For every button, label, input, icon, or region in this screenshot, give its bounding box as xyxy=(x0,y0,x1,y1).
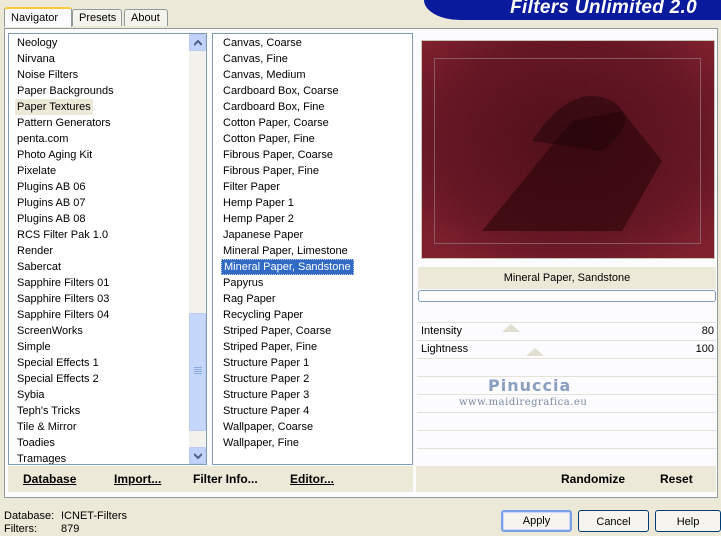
category-item[interactable]: Teph's Tricks xyxy=(15,403,82,419)
scroll-thumb[interactable] xyxy=(189,313,206,431)
filter-item[interactable]: Rag Paper xyxy=(221,291,278,307)
chevron-down-icon xyxy=(194,453,202,459)
category-item[interactable]: Sapphire Filters 01 xyxy=(15,275,111,291)
category-item[interactable]: Toadies xyxy=(15,435,57,451)
empty-slider xyxy=(417,430,716,447)
category-item[interactable]: Paper Textures xyxy=(15,99,93,115)
category-list[interactable]: Neology Nirvana Noise Filters Paper Backgro… xyxy=(8,33,207,465)
watermark-name: Pinuccia xyxy=(488,376,572,395)
category-item[interactable]: Sabercat xyxy=(15,259,63,275)
category-item[interactable]: ScreenWorks xyxy=(15,323,85,339)
category-item[interactable]: Tramages xyxy=(15,451,68,464)
intensity-label: Intensity xyxy=(421,325,462,337)
filter-item[interactable]: Wallpaper, Fine xyxy=(221,435,301,451)
category-item[interactable]: RCS Filter Pak 1.0 xyxy=(15,227,110,243)
title-banner: Filters Unlimited 2.0 xyxy=(424,0,721,20)
empty-slider xyxy=(417,412,716,429)
category-item[interactable]: Nirvana xyxy=(15,51,57,67)
database-button[interactable]: Database xyxy=(23,472,76,486)
chevron-up-icon xyxy=(194,40,202,46)
filter-item[interactable]: Fibrous Paper, Fine xyxy=(221,163,321,179)
category-item[interactable]: Pixelate xyxy=(15,163,58,179)
filter-item[interactable]: Cotton Paper, Coarse xyxy=(221,115,331,131)
scroll-up-button[interactable] xyxy=(189,34,206,51)
status-database-value: ICNET-Filters xyxy=(61,510,127,522)
filter-item[interactable]: Striped Paper, Fine xyxy=(221,339,319,355)
intensity-slider[interactable]: Intensity 80 xyxy=(417,322,716,339)
filter-item[interactable]: Cardboard Box, Fine xyxy=(221,99,327,115)
category-item[interactable]: Render xyxy=(15,243,55,259)
category-item[interactable]: Plugins AB 06 xyxy=(15,179,88,195)
lightness-label: Lightness xyxy=(421,343,469,355)
filter-list[interactable]: Canvas, Coarse Canvas, Fine Canvas, Medium… xyxy=(212,33,413,465)
editor-button[interactable]: Editor... xyxy=(290,472,334,486)
status-filters-value: 879 xyxy=(61,523,80,535)
right-button-bar: Randomize Reset xyxy=(416,466,716,492)
empty-slider xyxy=(417,358,716,375)
filter-item[interactable]: Filter Paper xyxy=(221,179,282,195)
intensity-value: 80 xyxy=(701,325,714,337)
category-item[interactable]: Noise Filters xyxy=(15,67,80,83)
banner-title: Filters Unlimited 2.0 xyxy=(510,0,697,18)
filter-item[interactable]: Wallpaper, Coarse xyxy=(221,419,315,435)
category-scrollbar[interactable] xyxy=(189,34,206,464)
preview-frame xyxy=(434,58,701,244)
status-area: Database: ICNET-Filters Filters: 879 xyxy=(4,510,127,536)
reset-button[interactable]: Reset xyxy=(660,472,693,486)
filter-item[interactable]: Structure Paper 1 xyxy=(221,355,311,371)
filter-item[interactable]: Structure Paper 2 xyxy=(221,371,311,387)
scroll-down-button[interactable] xyxy=(189,447,206,464)
lightness-value: 100 xyxy=(695,343,714,355)
category-item[interactable]: Sybia xyxy=(15,387,47,403)
filter-item[interactable]: Hemp Paper 1 xyxy=(221,195,296,211)
category-item[interactable]: Tile & Mirror xyxy=(15,419,78,435)
filter-item[interactable]: Fibrous Paper, Coarse xyxy=(221,147,335,163)
category-item[interactable]: penta.com xyxy=(15,131,70,147)
randomize-button[interactable]: Randomize xyxy=(561,472,625,486)
filter-item[interactable]: Canvas, Coarse xyxy=(221,35,304,51)
preview-image xyxy=(421,40,715,259)
filter-item[interactable]: Hemp Paper 2 xyxy=(221,211,296,227)
tab-presets[interactable]: Presets xyxy=(72,9,122,26)
category-item[interactable]: Plugins AB 08 xyxy=(15,211,88,227)
left-button-bar: Database Import... Filter Info... Editor… xyxy=(8,466,413,492)
category-item[interactable]: Neology xyxy=(15,35,59,51)
empty-slider xyxy=(417,448,716,465)
filter-item[interactable]: Structure Paper 4 xyxy=(221,403,311,419)
filter-item[interactable]: Structure Paper 3 xyxy=(221,387,311,403)
category-item[interactable]: Pattern Generators xyxy=(15,115,113,131)
progress-bar xyxy=(418,290,716,302)
tab-navigator[interactable]: Navigator xyxy=(4,7,72,27)
category-item[interactable]: Photo Aging Kit xyxy=(15,147,94,163)
watermark-url: www.maidiregrafica.eu xyxy=(459,397,588,408)
category-item[interactable]: Plugins AB 07 xyxy=(15,195,88,211)
category-item[interactable]: Special Effects 2 xyxy=(15,371,101,387)
category-item[interactable]: Sapphire Filters 04 xyxy=(15,307,111,323)
filter-item[interactable]: Papyrus xyxy=(221,275,265,291)
category-item[interactable]: Special Effects 1 xyxy=(15,355,101,371)
import-button[interactable]: Import... xyxy=(114,472,161,486)
status-database-label: Database: xyxy=(4,510,55,522)
category-item[interactable]: Simple xyxy=(15,339,53,355)
category-item[interactable]: Sapphire Filters 03 xyxy=(15,291,111,307)
filter-name-caption: Mineral Paper, Sandstone xyxy=(418,267,716,289)
tab-about[interactable]: About xyxy=(124,9,168,26)
filter-item[interactable]: Recycling Paper xyxy=(221,307,305,323)
filter-item[interactable]: Mineral Paper, Sandstone xyxy=(221,259,354,275)
status-filters-label: Filters: xyxy=(4,523,37,535)
filter-item[interactable]: Japanese Paper xyxy=(221,227,305,243)
category-item[interactable]: Paper Backgrounds xyxy=(15,83,116,99)
filter-item[interactable]: Cardboard Box, Coarse xyxy=(221,83,341,99)
filter-item[interactable]: Mineral Paper, Limestone xyxy=(221,243,350,259)
filter-info-button[interactable]: Filter Info... xyxy=(193,472,258,486)
lightness-slider[interactable]: Lightness 100 xyxy=(417,340,716,357)
filter-item[interactable]: Canvas, Medium xyxy=(221,67,308,83)
filter-item[interactable]: Cotton Paper, Fine xyxy=(221,131,317,147)
filter-item[interactable]: Striped Paper, Coarse xyxy=(221,323,333,339)
filter-item[interactable]: Canvas, Fine xyxy=(221,51,290,67)
